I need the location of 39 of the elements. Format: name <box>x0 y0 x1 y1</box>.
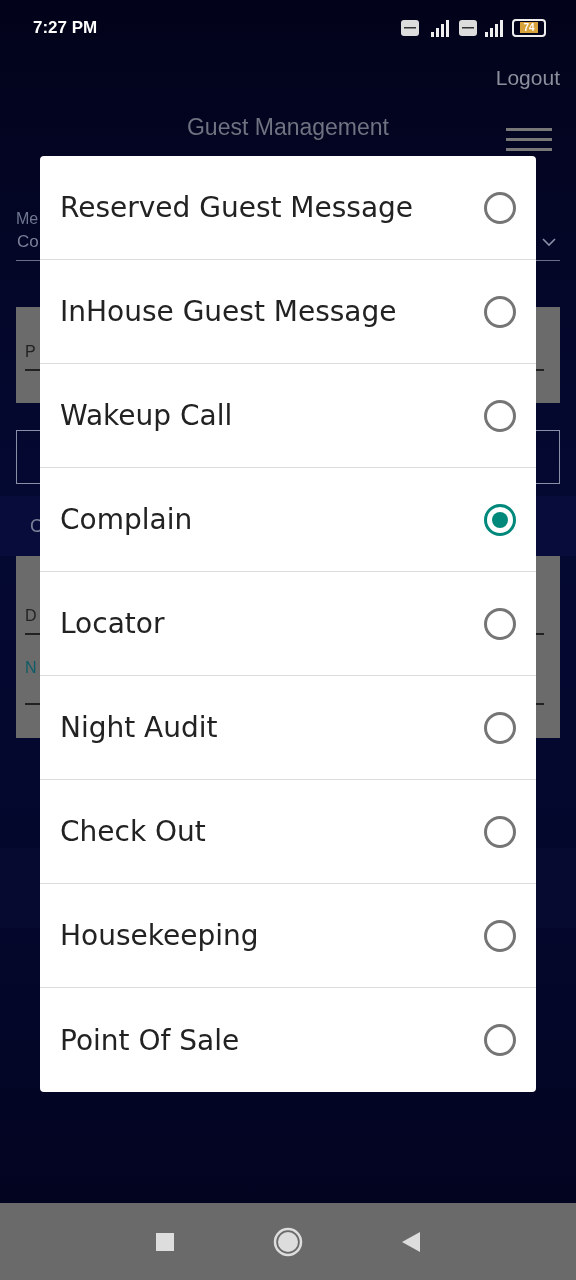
page-title: Guest Management <box>187 113 389 141</box>
volte-icon <box>400 18 420 37</box>
menu-icon[interactable] <box>506 128 552 152</box>
option-item[interactable]: InHouse Guest Message <box>40 260 536 364</box>
back-icon[interactable] <box>401 1230 421 1253</box>
home-icon[interactable] <box>273 1226 303 1257</box>
option-item[interactable]: Housekeeping <box>40 884 536 988</box>
radio-button[interactable] <box>484 919 516 952</box>
option-item[interactable]: Night Audit <box>40 676 536 780</box>
option-item[interactable]: Check Out <box>40 780 536 884</box>
option-label: Wakeup Call <box>60 399 233 432</box>
option-item[interactable]: Point Of Sale <box>40 988 536 1092</box>
radio-button[interactable] <box>484 1024 516 1056</box>
radio-button[interactable] <box>484 191 516 224</box>
recents-icon[interactable] <box>155 1231 175 1252</box>
radio-button[interactable] <box>484 711 516 744</box>
option-item[interactable]: Complain <box>40 468 536 572</box>
chevron-down-icon <box>542 237 556 247</box>
status-time: 7:27 PM <box>33 17 98 38</box>
radio-button[interactable] <box>484 295 516 328</box>
volte-icon <box>458 18 478 37</box>
option-label: Locator <box>60 607 165 640</box>
logout-link[interactable]: Logout <box>495 65 560 90</box>
option-item[interactable]: Reserved Guest Message <box>40 156 536 260</box>
battery-level: 74 <box>520 22 538 33</box>
field-label: Me <box>16 210 40 228</box>
option-item[interactable]: Locator <box>40 572 536 676</box>
radio-button[interactable] <box>484 503 516 536</box>
option-label: Night Audit <box>60 711 218 744</box>
option-label: InHouse Guest Message <box>60 295 397 328</box>
radio-button[interactable] <box>484 815 516 848</box>
option-label: Complain <box>60 503 193 536</box>
option-label: Housekeeping <box>60 919 259 952</box>
radio-button[interactable] <box>484 399 516 432</box>
option-item[interactable]: Wakeup Call <box>40 364 536 468</box>
radio-button[interactable] <box>484 607 516 640</box>
option-label: Reserved Guest Message <box>60 191 414 224</box>
option-label: Check Out <box>60 815 206 848</box>
option-label: Point Of Sale <box>60 1023 240 1057</box>
